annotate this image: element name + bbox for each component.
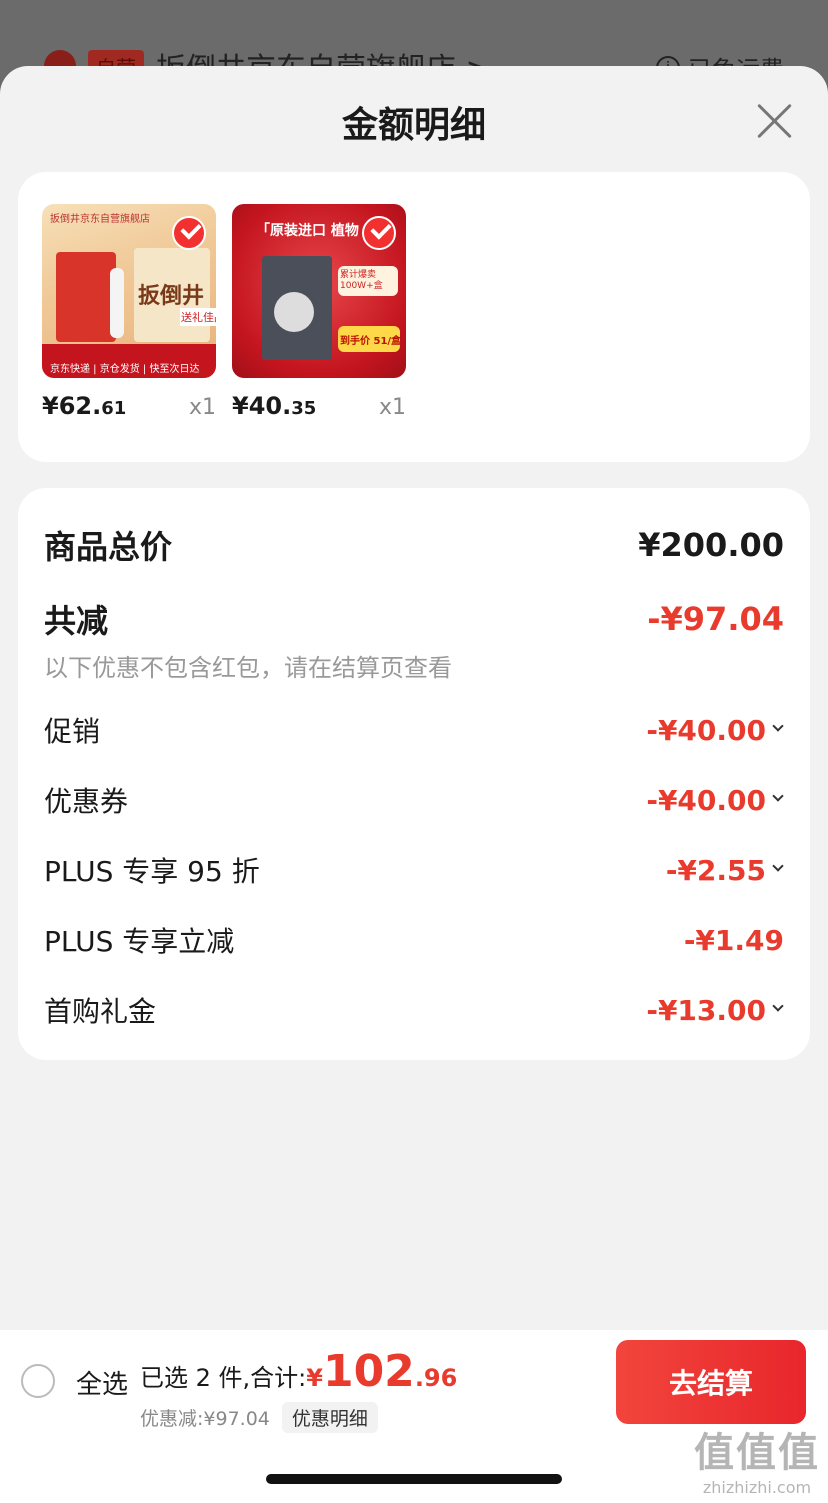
product-quantity: x1 bbox=[188, 395, 216, 420]
discount-label: PLUS 专享 95 折 bbox=[44, 855, 260, 888]
price-detail-card: 商品总价 ¥200.00 共减 -¥97.04 以下优惠不包含红包，请在结算页查… bbox=[18, 488, 810, 1060]
image-text: 扳倒井京东自营旗舰店 bbox=[50, 214, 150, 225]
amount-detail-sheet: 金额明细 扳倒井京东自营旗舰店 扳倒井 送礼佳品 京东快递 | 京仓发货 | 快… bbox=[0, 66, 828, 1503]
discount-label: 首购礼金 bbox=[44, 995, 157, 1028]
total-price-row: 商品总价 ¥200.00 bbox=[44, 522, 784, 568]
gift-box-shape bbox=[56, 252, 116, 342]
discount-value: -¥13.00 bbox=[646, 994, 784, 1027]
watermark: 值值值 zhizhizhi.com bbox=[694, 1420, 820, 1497]
total-price-label: 商品总价 bbox=[44, 528, 173, 566]
total-price-value: ¥200.00 bbox=[638, 526, 784, 564]
image-sales-text: 累计爆卖 100W+盒 bbox=[340, 270, 383, 291]
image-tag-text: 送礼佳品 bbox=[180, 308, 216, 326]
selected-count-label: 已选 2 件,合计: bbox=[140, 1364, 307, 1392]
watermark-logo: 值值值 bbox=[694, 1430, 820, 1476]
discount-amount: 优惠减:¥97.04 bbox=[140, 1408, 270, 1430]
product-price: ¥62.61 bbox=[42, 392, 127, 420]
discount-label: 促销 bbox=[44, 715, 101, 748]
total-reduction-row: 共减 -¥97.04 bbox=[44, 596, 784, 642]
discount-detail-button[interactable]: 优惠明细 bbox=[281, 1402, 378, 1433]
total-reduction-value: -¥97.04 bbox=[647, 600, 784, 638]
product-price-row: ¥62.61 x1 bbox=[42, 392, 216, 420]
total-amount-decimal: .96 bbox=[414, 1364, 458, 1392]
portrait-shape bbox=[274, 292, 314, 332]
image-brand-text: 扳倒井 bbox=[138, 284, 205, 309]
discount-label: PLUS 专享立减 bbox=[44, 925, 235, 958]
chevron-down-icon[interactable] bbox=[772, 724, 784, 736]
discount-row-promotion[interactable]: 促销 -¥40.00 bbox=[44, 710, 784, 750]
sheet-title: 金额明细 bbox=[341, 105, 486, 146]
product-item[interactable]: 「原装进口 植物 累计爆卖 100W+盒 到手价 51/盒 ¥40.35 x1 bbox=[232, 204, 406, 420]
close-icon[interactable] bbox=[754, 100, 794, 140]
chevron-down-icon[interactable] bbox=[772, 1004, 784, 1016]
home-indicator[interactable] bbox=[266, 1474, 562, 1484]
total-reduction-label: 共减 bbox=[44, 602, 109, 640]
product-image[interactable]: 扳倒井京东自营旗舰店 扳倒井 送礼佳品 京东快递 | 京仓发货 | 快至次日达 bbox=[42, 204, 216, 378]
discount-value: -¥40.00 bbox=[646, 784, 784, 817]
total-summary: 已选 2 件,合计: ¥ 102 .96 bbox=[140, 1346, 457, 1397]
discount-value: -¥40.00 bbox=[646, 714, 784, 747]
discount-label: 优惠券 bbox=[44, 785, 129, 818]
discount-summary: 优惠减:¥97.04 优惠明细 bbox=[140, 1402, 378, 1433]
products-card: 扳倒井京东自营旗舰店 扳倒井 送礼佳品 京东快递 | 京仓发货 | 快至次日达 … bbox=[18, 172, 810, 462]
currency-symbol: ¥ bbox=[306, 1364, 323, 1392]
product-image[interactable]: 「原装进口 植物 累计爆卖 100W+盒 到手价 51/盒 bbox=[232, 204, 406, 378]
image-text: 「原装进口 植物 bbox=[256, 223, 359, 239]
selected-check-icon[interactable] bbox=[362, 216, 396, 250]
product-price: ¥40.35 bbox=[232, 392, 317, 420]
watermark-url: zhizhizhi.com bbox=[702, 1478, 812, 1497]
reduction-note: 以下优惠不包含红包，请在结算页查看 bbox=[44, 654, 452, 682]
select-all-label[interactable]: 全选 bbox=[76, 1364, 128, 1401]
checkout-button[interactable]: 去结算 bbox=[616, 1340, 806, 1424]
chevron-down-icon[interactable] bbox=[772, 794, 784, 806]
discount-row-coupon[interactable]: 优惠券 -¥40.00 bbox=[44, 780, 784, 820]
image-price-text: 到手价 51/盒 bbox=[340, 336, 402, 347]
discount-value: -¥1.49 bbox=[683, 923, 784, 957]
discount-value: -¥2.55 bbox=[666, 854, 784, 887]
image-banner-text: 京东快递 | 京仓发货 | 快至次日达 bbox=[50, 364, 200, 375]
discount-row-plus-instant: PLUS 专享立减 -¥1.49 bbox=[44, 920, 784, 960]
product-item[interactable]: 扳倒井京东自营旗舰店 扳倒井 送礼佳品 京东快递 | 京仓发货 | 快至次日达 … bbox=[42, 204, 216, 420]
bottle-shape bbox=[110, 268, 124, 338]
selected-check-icon[interactable] bbox=[172, 216, 206, 250]
product-quantity: x1 bbox=[378, 395, 406, 420]
discount-row-plus-95[interactable]: PLUS 专享 95 折 -¥2.55 bbox=[44, 850, 784, 890]
product-price-row: ¥40.35 x1 bbox=[232, 392, 406, 420]
chevron-down-icon[interactable] bbox=[772, 864, 784, 876]
discount-row-first-purchase[interactable]: 首购礼金 -¥13.00 bbox=[44, 990, 784, 1030]
total-amount-integer: 102 bbox=[322, 1346, 415, 1397]
select-all-radio[interactable] bbox=[21, 1364, 55, 1398]
